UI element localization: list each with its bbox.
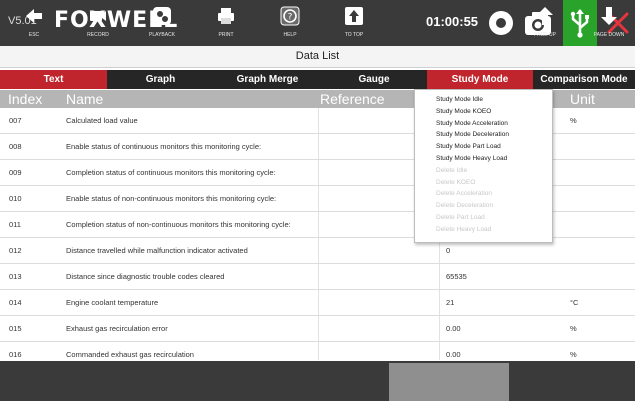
row-name: Engine coolant temperature [66, 298, 159, 307]
row-name: Completion status of non-continuous moni… [66, 220, 291, 229]
esc-button[interactable]: ESC [10, 0, 58, 40]
menu-item-study-heavy-load[interactable]: Study Mode Heavy Load [415, 153, 552, 165]
row-unit: °C [570, 298, 579, 307]
page-up-button[interactable]: PAGE UP [521, 0, 569, 40]
to-top-label: TO TOP [344, 32, 364, 38]
row-name: Exhaust gas recirculation error [66, 324, 168, 333]
record-label: RECORD [87, 32, 109, 38]
column-header-index: Index [8, 91, 43, 107]
row-value: 0.00 [446, 350, 461, 359]
arrow-up-icon [537, 7, 553, 25]
help-icon: ? [280, 6, 300, 26]
row-unit: % [570, 324, 577, 333]
record-button[interactable]: RECORD [74, 0, 122, 40]
study-mode-menu: Study Mode Idle Study Mode KOEO Study Mo… [414, 89, 553, 243]
menu-item-study-deceleration[interactable]: Study Mode Deceleration [415, 129, 552, 141]
playback-label: PLAYBACK [148, 32, 176, 38]
tab-gauge[interactable]: Gauge [321, 70, 427, 89]
mode-tabs: Text Graph Graph Merge Gauge Study Mode … [0, 70, 635, 89]
row-index: 012 [9, 246, 22, 255]
menu-item-delete-koeo: Delete KOEO [436, 178, 476, 186]
row-value: 0 [446, 246, 451, 255]
arrow-left-icon [26, 9, 42, 23]
print-label: PRINT [218, 32, 234, 38]
table-row[interactable]: 016 Commanded exhaust gas recirculation … [0, 342, 635, 360]
svg-text:?: ? [288, 13, 293, 23]
row-name: Distance since diagnostic trouble codes … [66, 272, 225, 281]
page-title: Data List [295, 50, 340, 62]
page-down-label: PAGE DOWN [593, 32, 625, 38]
column-header-reference: Reference [320, 91, 385, 107]
menu-item-delete-heavy-load: Delete Heavy Load [436, 225, 492, 233]
menu-item-study-acceleration[interactable]: Study Mode Acceleration [415, 118, 552, 130]
to-top-icon [345, 7, 363, 25]
menu-item-delete-deceleration: Delete Deceleration [436, 202, 494, 210]
page-down-button[interactable]: PAGE DOWN [585, 0, 633, 40]
row-name: Calculated load value [66, 116, 138, 125]
menu-item-delete-part-load: Delete Part Load [436, 213, 485, 221]
title-row: Data List [0, 46, 635, 68]
printer-icon [218, 8, 234, 24]
column-header-name: Name [66, 91, 104, 107]
help-button[interactable]: ? HELP [266, 0, 314, 40]
clock: 01:00:55 [426, 14, 479, 29]
row-unit: % [570, 116, 577, 125]
row-name: Enable status of continuous monitors thi… [66, 142, 262, 151]
film-reel-icon [153, 7, 171, 25]
row-name: Enable status of non-continuous monitors… [66, 194, 277, 203]
row-name: Commanded exhaust gas recirculation [66, 350, 194, 359]
bottom-toolbar [0, 361, 635, 401]
row-index: 015 [9, 324, 22, 333]
menu-item-study-idle[interactable]: Study Mode Idle [415, 94, 552, 106]
menu-item-study-part-load[interactable]: Study Mode Part Load [415, 141, 552, 153]
print-button[interactable]: PRINT [202, 0, 250, 40]
tab-graph-merge[interactable]: Graph Merge [214, 70, 321, 89]
tab-comparison-mode[interactable]: Comparison Mode [533, 70, 635, 89]
row-value: 0.00 [446, 324, 461, 333]
row-name: Completion status of continuous monitors… [66, 168, 276, 177]
row-index: 010 [9, 194, 22, 203]
row-unit: % [570, 350, 577, 359]
arrow-down-icon [601, 7, 617, 25]
table-row[interactable]: 013 Distance since diagnostic trouble co… [0, 264, 635, 290]
help-label: HELP [283, 32, 297, 38]
video-camera-icon [90, 11, 106, 21]
menu-item-delete-idle: Delete Idle [436, 166, 468, 174]
menu-item-study-koeo[interactable]: Study Mode KOEO [415, 106, 552, 118]
table-row[interactable]: 015 Exhaust gas recirculation error 0.00… [0, 316, 635, 342]
esc-label: ESC [28, 32, 40, 38]
toolbar-spacer [389, 363, 509, 401]
row-index: 008 [9, 142, 22, 151]
to-top-button[interactable]: TO TOP [330, 0, 378, 40]
row-index: 014 [9, 298, 22, 307]
row-index: 009 [9, 168, 22, 177]
record-dot-icon[interactable] [486, 6, 516, 40]
menu-item-delete-acceleration: Delete Acceleration [436, 190, 493, 198]
tab-study-mode[interactable]: Study Mode [427, 70, 533, 89]
playback-button[interactable]: PLAYBACK [138, 0, 186, 40]
row-index: 007 [9, 116, 22, 125]
tab-graph[interactable]: Graph [107, 70, 214, 89]
row-index: 016 [9, 350, 22, 359]
page-up-label: PAGE UP [534, 32, 556, 38]
row-index: 011 [9, 220, 21, 229]
row-value: 21 [446, 298, 455, 307]
column-header-unit: Unit [570, 91, 595, 107]
row-value: 65535 [446, 272, 467, 281]
row-name: Distance travelled while malfunction ind… [66, 246, 248, 255]
tab-text[interactable]: Text [0, 70, 107, 89]
table-row[interactable]: 014 Engine coolant temperature 21 °C [0, 290, 635, 316]
row-index: 013 [9, 272, 22, 281]
